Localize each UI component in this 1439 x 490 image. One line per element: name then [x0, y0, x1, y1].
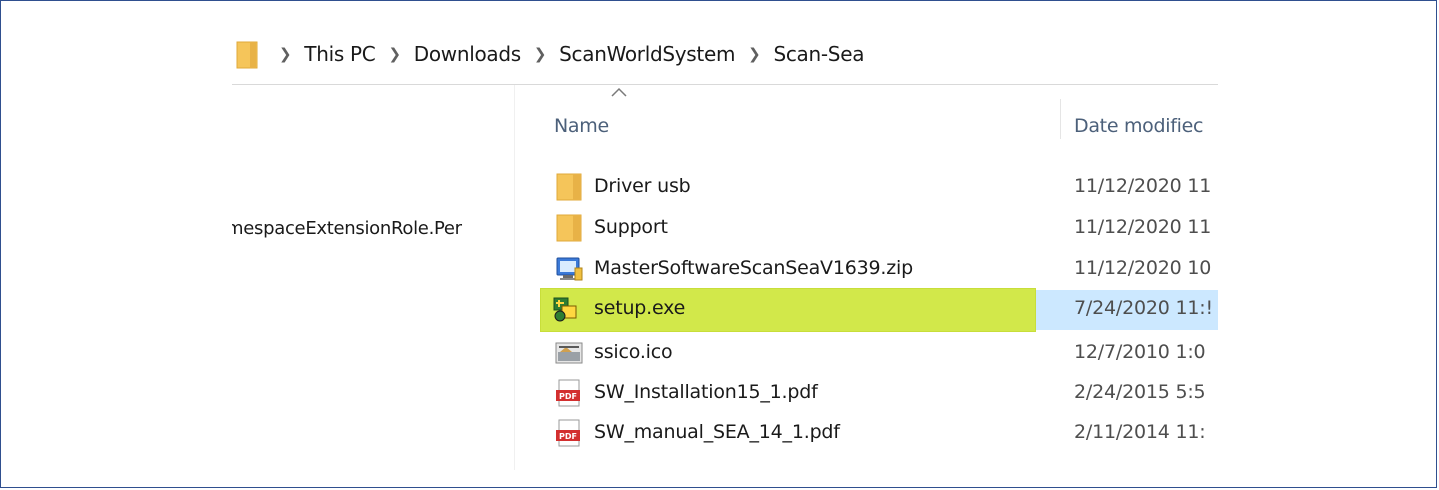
column-header-name[interactable]: Name — [554, 115, 609, 137]
pdf-icon: PDF — [556, 379, 580, 407]
file-row-sw-installation-pdf[interactable]: PDF SW_Installation15_1.pdf 2/24/2015 5:… — [540, 372, 1218, 412]
file-explorer-window: ❯ This PC ❯ Downloads ❯ ScanWorldSystem … — [232, 22, 1218, 470]
breadcrumb-item-downloads[interactable]: Downloads — [414, 42, 521, 66]
file-date: 12/7/2010 1:0 — [1074, 341, 1206, 363]
file-row-driver-usb[interactable]: Driver usb 11/12/2020 11 — [540, 166, 1218, 206]
zip-icon — [556, 257, 583, 281]
file-row-ssico-ico[interactable]: ssico.ico 12/7/2010 1:0 — [540, 332, 1218, 372]
file-name: SW_manual_SEA_14_1.pdf — [594, 421, 840, 443]
setup-exe-icon — [553, 297, 577, 322]
sort-ascending-icon — [611, 87, 627, 97]
nav-item[interactable]: mespaceExtensionRole.Per — [232, 218, 462, 239]
file-name: ssico.ico — [594, 341, 673, 363]
chevron-right-icon: ❯ — [388, 45, 401, 63]
breadcrumb-item-this-pc[interactable]: This PC — [304, 42, 375, 66]
column-divider[interactable] — [1060, 99, 1061, 139]
breadcrumb-item-scanworldsystem[interactable]: ScanWorldSystem — [559, 42, 735, 66]
file-date: 11/12/2020 11 — [1074, 216, 1212, 238]
svg-text:PDF: PDF — [559, 392, 577, 401]
file-name: SW_Installation15_1.pdf — [594, 381, 818, 403]
file-date: 7/24/2020 11:! — [1074, 297, 1213, 319]
file-name: Support — [594, 216, 668, 238]
breadcrumb-item-scan-sea[interactable]: Scan-Sea — [773, 42, 864, 66]
address-bar[interactable]: ❯ This PC ❯ Downloads ❯ ScanWorldSystem … — [232, 22, 1218, 85]
breadcrumb: ❯ This PC ❯ Downloads ❯ ScanWorldSystem … — [266, 39, 864, 69]
folder-icon — [556, 214, 582, 242]
file-name: MasterSoftwareScanSeaV1639.zip — [594, 257, 913, 279]
file-name: setup.exe — [594, 297, 686, 319]
file-name: Driver usb — [594, 175, 691, 197]
column-header-date-modified[interactable]: Date modifiec — [1074, 115, 1203, 137]
pdf-icon: PDF — [556, 419, 580, 447]
file-date: 11/12/2020 10 — [1074, 257, 1212, 279]
image-file-icon — [555, 342, 583, 364]
folder-icon — [556, 173, 582, 201]
file-date: 11/12/2020 11 — [1074, 175, 1212, 197]
navigation-pane: ; mespaceExtensionRole.Per — [232, 85, 515, 470]
file-date: 2/24/2015 5:5 — [1074, 381, 1206, 403]
file-date: 2/11/2014 11: — [1074, 421, 1206, 443]
chevron-right-icon: ❯ — [279, 45, 292, 63]
folder-icon — [236, 41, 258, 69]
file-row-zip[interactable]: MasterSoftwareScanSeaV1639.zip 11/12/202… — [540, 248, 1218, 288]
file-row-sw-manual-pdf[interactable]: PDF SW_manual_SEA_14_1.pdf 2/11/2014 11: — [540, 412, 1218, 452]
chevron-right-icon: ❯ — [748, 45, 761, 63]
file-row-setup-exe[interactable]: setup.exe 7/24/2020 11:! — [540, 288, 1218, 332]
file-row-support[interactable]: Support 11/12/2020 11 — [540, 207, 1218, 247]
svg-text:PDF: PDF — [559, 432, 577, 441]
chevron-right-icon: ❯ — [533, 45, 547, 63]
